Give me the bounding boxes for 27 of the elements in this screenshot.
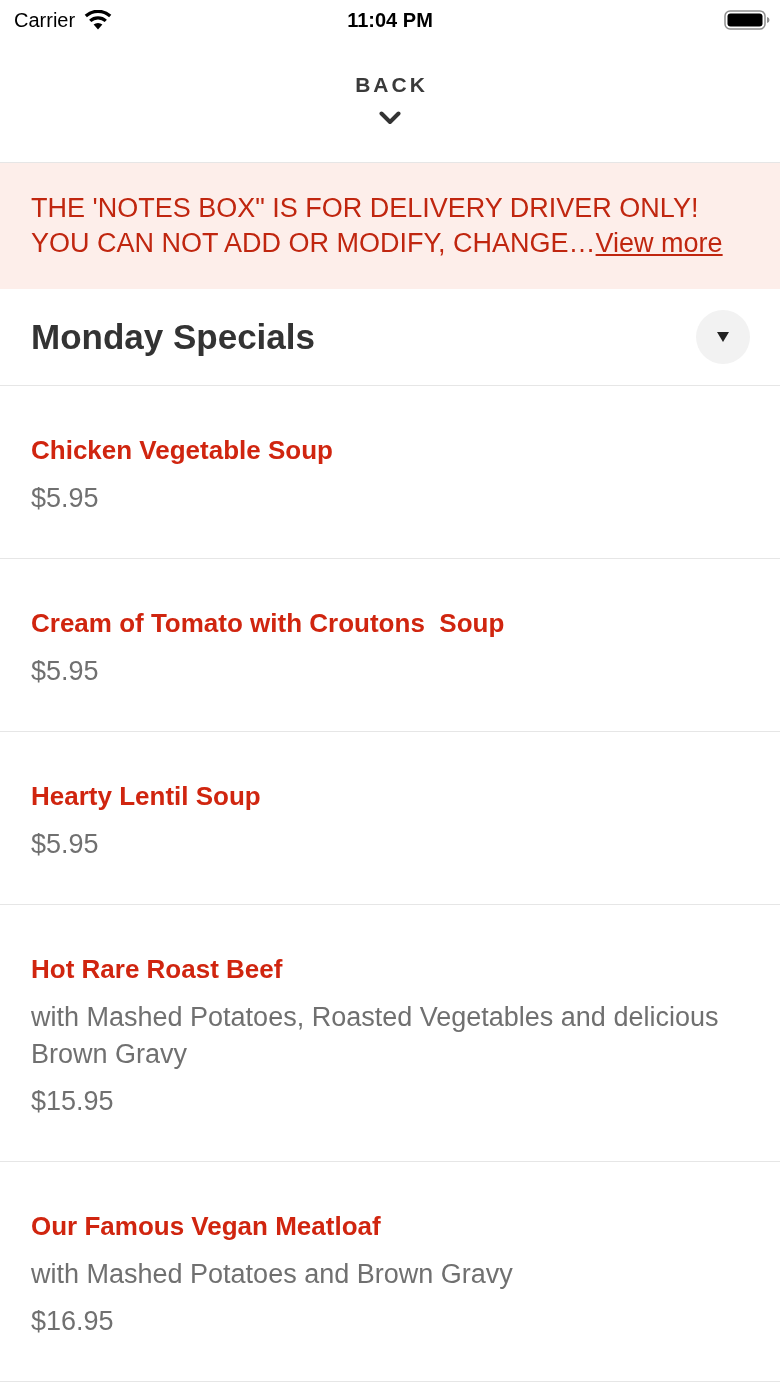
section-title: Monday Specials: [31, 317, 315, 357]
menu-item[interactable]: Our Famous Vegan Meatloaf with Mashed Potatoes and Brown Gravy $16.95: [0, 1162, 780, 1382]
item-name: Hearty Lentil Soup: [31, 780, 261, 813]
item-name: Cream of Tomato with Croutons Soup: [31, 607, 505, 640]
battery-icon: [724, 9, 770, 31]
notice-text: THE 'NOTES BOX" IS FOR DELIVERY DRIVER ONLY! YOU CAN NOT ADD OR MODIFY, CHANGE…View more: [31, 192, 724, 260]
view-more-link[interactable]: View more: [595, 228, 723, 258]
menu-item[interactable]: Cream of Tomato with Croutons Soup $5.95: [0, 559, 780, 732]
item-name: Chicken Vegetable Soup: [31, 434, 333, 467]
item-price: $5.95: [31, 828, 99, 861]
carrier-name: Carrier: [14, 8, 76, 32]
item-description: with Mashed Potatoes, Roasted Vegetables and delicious Brown Gravy: [31, 1001, 720, 1071]
item-price: $16.95: [31, 1305, 114, 1338]
item-name: Hot Rare Roast Beef: [31, 953, 283, 986]
wifi-icon: [84, 10, 113, 30]
item-price: $5.95: [31, 655, 99, 688]
back-button[interactable]: BACK: [352, 73, 428, 125]
item-price: $15.95: [31, 1085, 114, 1118]
item-price: $5.95: [31, 482, 99, 515]
menu-item[interactable]: Hearty Lentil Soup $5.95: [0, 732, 780, 905]
item-description: with Mashed Potatoes and Brown Gravy: [31, 1258, 513, 1291]
item-name: Our Famous Vegan Meatloaf: [31, 1210, 381, 1243]
menu-item[interactable]: Hot Rare Roast Beef with Mashed Potatoes, Roasted Vegetables and delicious Brown Gravy $15.95: [0, 905, 780, 1162]
chevron-down-icon: [379, 111, 401, 125]
menu-item[interactable]: Chicken Vegetable Soup $5.95: [0, 386, 780, 559]
triangle-icon: [717, 332, 729, 342]
status-time: 11:04 PM: [347, 8, 433, 32]
